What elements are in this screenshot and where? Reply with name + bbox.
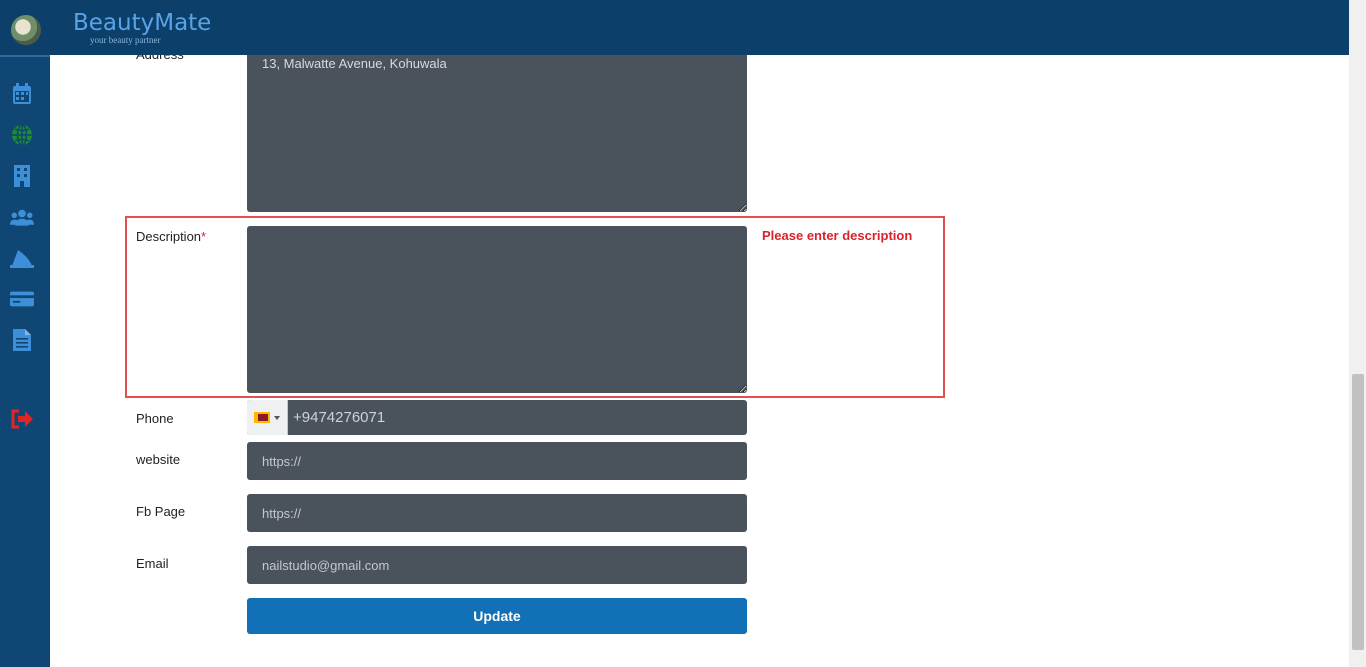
- scrollbar-thumb[interactable]: [1352, 374, 1364, 650]
- building-icon[interactable]: [10, 165, 34, 187]
- brand-logo-overlay[interactable]: BeautyMate: [73, 10, 211, 36]
- website-label: website: [136, 452, 181, 467]
- globe-icon[interactable]: [10, 124, 34, 146]
- phone-label: Phone: [136, 411, 174, 426]
- avatar-overlay[interactable]: [11, 15, 41, 45]
- description-textarea[interactable]: [247, 226, 747, 393]
- update-button[interactable]: Update: [247, 598, 747, 634]
- shark-fin-icon[interactable]: [10, 247, 34, 269]
- description-label: Description*: [136, 229, 207, 244]
- required-mark: *: [201, 229, 207, 244]
- credit-card-icon[interactable]: [10, 288, 34, 310]
- phone-input[interactable]: [287, 400, 747, 435]
- description-error-message: Please enter description: [762, 228, 913, 243]
- fb-page-label: Fb Page: [136, 504, 186, 519]
- chevron-down-icon: [274, 415, 280, 420]
- logout-icon[interactable]: [10, 408, 34, 430]
- users-icon[interactable]: [10, 206, 34, 228]
- sri-lanka-flag-icon: [254, 412, 270, 423]
- email-input[interactable]: [247, 546, 747, 584]
- document-icon[interactable]: [10, 329, 34, 351]
- brand-tagline-overlay: your beauty partner: [90, 35, 161, 45]
- website-input[interactable]: [247, 442, 747, 480]
- country-selector[interactable]: [247, 400, 288, 435]
- phone-field: [247, 400, 747, 435]
- sidebar-divider: [0, 55, 50, 57]
- calendar-icon[interactable]: [10, 83, 34, 105]
- fb-page-input[interactable]: [247, 494, 747, 532]
- email-label: Email: [136, 556, 169, 571]
- address-textarea[interactable]: 13, Malwatte Avenue, Kohuwala: [247, 40, 747, 212]
